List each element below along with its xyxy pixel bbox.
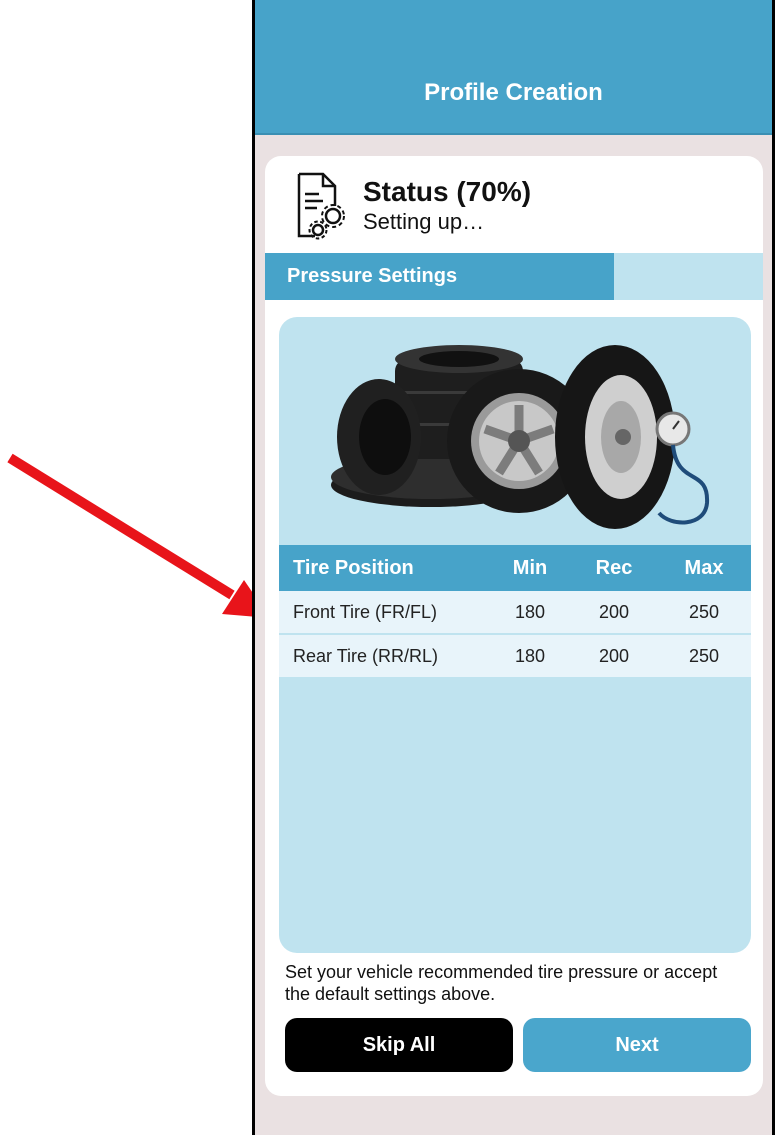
column-header-rec: Rec	[595, 556, 633, 579]
column-header-tire-position: Tire Position	[293, 556, 414, 579]
tire-position-cell: Rear Tire (RR/RL)	[293, 645, 439, 666]
table-header: Tire Position Min Rec Max	[279, 545, 751, 591]
min-cell[interactable]: 180	[489, 646, 571, 667]
status-block: Status (70%) Setting up…	[293, 166, 531, 246]
column-header-max: Max	[684, 556, 724, 579]
progress-bar: Pressure Settings	[265, 253, 763, 300]
page-title: Profile Creation	[424, 79, 603, 106]
table-row[interactable]: Rear Tire (RR/RL) 180 200 250	[279, 635, 751, 679]
skip-all-button[interactable]: Skip All	[285, 1018, 513, 1072]
next-button[interactable]: Next	[523, 1018, 751, 1072]
profile-card: Status (70%) Setting up… Pressure Settin…	[265, 156, 763, 1096]
max-cell[interactable]: 250	[657, 646, 751, 667]
tire-position-cell: Front Tire (FR/FL)	[293, 601, 438, 622]
section-label: Pressure Settings	[287, 265, 458, 287]
settings-document-icon	[297, 172, 345, 240]
status-title: Status (70%)	[363, 176, 532, 207]
table-row[interactable]: Front Tire (FR/FL) 180 200 250	[279, 591, 751, 635]
app-header: Profile Creation	[255, 0, 772, 135]
rec-cell[interactable]: 200	[571, 646, 657, 667]
tires-image	[331, 345, 710, 529]
phone-screen: Profile Creation Status (70%) Setting up…	[252, 0, 775, 1135]
max-cell[interactable]: 250	[657, 602, 751, 623]
min-cell[interactable]: 180	[489, 602, 571, 623]
rec-cell[interactable]: 200	[571, 602, 657, 623]
pressure-table: Tire Position Min Rec Max Front Tire (FR…	[279, 545, 751, 679]
status-subtitle: Setting up…	[363, 209, 485, 234]
instruction-text: Set your vehicle recommended tire pressu…	[285, 962, 718, 1004]
pressure-panel: Tire Position Min Rec Max Front Tire (FR…	[279, 317, 751, 953]
column-header-min: Min	[512, 556, 548, 579]
